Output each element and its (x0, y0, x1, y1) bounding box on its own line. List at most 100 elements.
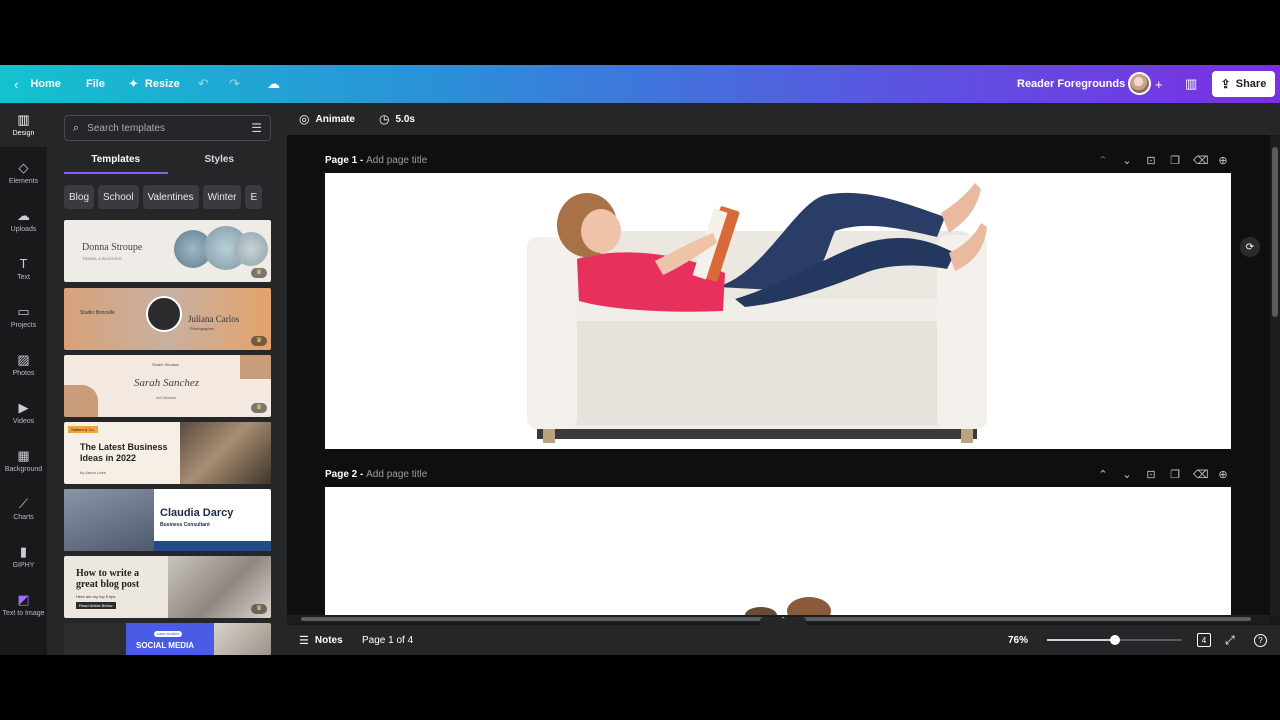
sofa-reader-image[interactable] (325, 173, 1231, 449)
canva-editor: ‹ Home File ✦ Resize ↶ ↷ ☁ Reader Foregr… (0, 65, 1280, 655)
avatar[interactable] (1128, 72, 1151, 95)
bar-chart-icon: ▥ (1185, 76, 1198, 91)
cloud-check-icon: ☁ (267, 76, 280, 91)
page-indicator: Page 1 of 4 (362, 634, 414, 646)
chip-blog[interactable]: Blog (64, 185, 95, 209)
template-thumbnail[interactable]: Studio Shodwe Sarah Sanchez Art Director… (64, 355, 271, 417)
template-thumbnail[interactable]: Donna Stroupe TRAVEL & BLOGGER ♛ (64, 220, 271, 282)
lock-icon[interactable]: ⊡ (1145, 468, 1157, 481)
bottom-bar: ☰ Notes Page 1 of 4 76% 4 ⤢ ? (287, 625, 1280, 655)
chevron-down-icon[interactable]: ⌄ (1121, 468, 1133, 481)
tab-templates[interactable]: Templates (64, 148, 168, 174)
zoom-label[interactable]: 76% (1008, 625, 1028, 655)
resize-button[interactable]: ✦ Resize (128, 65, 180, 103)
folder-icon: ▭ (17, 303, 30, 319)
sparkle-icon: ✦ (128, 76, 139, 91)
expand-pages-button[interactable]: ⌃ (760, 617, 806, 625)
rail-item-elements[interactable]: ◇ Elements (0, 151, 47, 195)
clock-icon: ◷ (379, 112, 390, 126)
page-title[interactable]: Page 1 - Add page title (325, 155, 427, 166)
canvas-area: Page 1 - Add page title ⌃ ⌄ ⊡ ❐ ⌫ ⊕ ⟳ Pa… (287, 135, 1270, 615)
rail-item-giphy[interactable]: ▮ GIPHY (0, 535, 47, 579)
page-title[interactable]: Page 2 - Add page title (325, 469, 427, 480)
save-status-button[interactable]: ☁ (267, 65, 280, 103)
redo-button[interactable]: ↷ (229, 65, 240, 103)
rail-item-background[interactable]: ▦ Background (0, 439, 47, 483)
share-button[interactable]: ⇪ Share (1212, 71, 1275, 97)
rail-item-videos[interactable]: ▶ Videos (0, 391, 47, 435)
template-thumbnail[interactable]: case studies SOCIAL MEDIA (64, 623, 271, 655)
editor-toolbar: ◎ Animate ◷ 5.0s (287, 103, 1280, 135)
add-page-icon[interactable]: ⊕ (1217, 154, 1229, 167)
chevron-down-icon[interactable]: ⌄ (1121, 154, 1133, 167)
insights-button[interactable]: ▥ (1185, 65, 1197, 103)
tab-styles[interactable]: Styles (168, 148, 272, 174)
project-title[interactable]: Reader Foregrounds (1017, 65, 1125, 103)
animate-icon: ◎ (299, 112, 310, 126)
template-thumbnail[interactable]: How to write a great blog post Here are … (64, 556, 271, 618)
category-chips: Blog School Valentines Winter E (64, 185, 271, 209)
layout-icon: ▥ (17, 111, 30, 127)
side-rail: ▥ Design ◇ Elements ☁ Uploads T Text ▭ P… (0, 103, 47, 655)
design-page[interactable] (325, 173, 1231, 449)
undo-button[interactable]: ↶ (198, 65, 209, 103)
premium-crown-icon: ♛ (251, 604, 267, 614)
search-templates-input[interactable]: ⌕ Search templates ☰ (64, 115, 271, 141)
duration-button[interactable]: ◷ 5.0s (379, 103, 415, 135)
lock-icon[interactable]: ⊡ (1145, 154, 1157, 167)
home-button[interactable]: ‹ Home (14, 65, 61, 103)
rail-item-projects[interactable]: ▭ Projects (0, 295, 47, 339)
zoom-slider[interactable] (1047, 635, 1182, 645)
background-icon: ▦ (17, 447, 30, 463)
rail-item-text[interactable]: T Text (0, 247, 47, 291)
premium-crown-icon: ♛ (251, 268, 267, 278)
animate-button[interactable]: ◎ Animate (299, 103, 355, 135)
zoom-slider-handle[interactable] (1109, 635, 1120, 645)
notes-button[interactable]: ☰ Notes (299, 625, 343, 655)
fullscreen-button[interactable]: ⤢ (1225, 625, 1235, 655)
vertical-scrollbar[interactable] (1270, 135, 1280, 615)
design-page[interactable] (325, 487, 1231, 615)
video-icon: ▶ (18, 399, 29, 415)
redo-icon: ↷ (229, 76, 240, 91)
invite-button[interactable]: + (1155, 65, 1163, 103)
expand-icon: ⤢ (1225, 632, 1235, 647)
rail-item-charts[interactable]: ⟋ Charts (0, 487, 47, 531)
undo-icon: ↶ (198, 76, 209, 91)
page-controls: ⌃ ⌄ ⊡ ❐ ⌫ ⊕ (1097, 468, 1229, 481)
filter-icon[interactable]: ☰ (251, 121, 262, 135)
shapes-icon: ◇ (18, 159, 29, 175)
rail-item-photos[interactable]: ▨ Photos (0, 343, 47, 387)
trash-icon[interactable]: ⌫ (1193, 468, 1209, 481)
page-2-image[interactable] (325, 487, 1231, 615)
chip-valentines[interactable]: Valentines (142, 185, 199, 209)
template-thumbnail[interactable]: Salford & Co. The Latest Business Ideas … (64, 422, 271, 484)
chip-more[interactable]: E (245, 185, 263, 209)
page-controls: ⌃ ⌄ ⊡ ❐ ⌫ ⊕ (1097, 154, 1229, 167)
duplicate-icon[interactable]: ❐ (1169, 154, 1181, 167)
help-button[interactable]: ? (1254, 625, 1267, 655)
chevron-up-icon[interactable]: ⌃ (1097, 154, 1109, 167)
notes-icon: ☰ (299, 634, 309, 647)
trash-icon[interactable]: ⌫ (1193, 154, 1209, 167)
refresh-icon[interactable]: ⟳ (1240, 237, 1260, 257)
chip-winter[interactable]: Winter (202, 185, 242, 209)
page-grid-button[interactable]: 4 (1197, 625, 1211, 655)
rail-item-uploads[interactable]: ☁ Uploads (0, 199, 47, 243)
add-page-icon[interactable]: ⊕ (1217, 468, 1229, 481)
chip-school[interactable]: School (98, 185, 139, 209)
template-thumbnail[interactable]: Claudia Darcy Business Consultant (64, 489, 271, 551)
photo-icon: ▨ (17, 351, 30, 367)
file-menu-button[interactable]: File (86, 65, 105, 103)
chevron-up-icon[interactable]: ⌃ (1097, 468, 1109, 481)
help-icon: ? (1254, 633, 1267, 647)
page-count-badge: 4 (1197, 633, 1211, 647)
search-icon: ⌕ (73, 121, 80, 134)
rail-item-design[interactable]: ▥ Design (0, 103, 47, 147)
template-thumbnail[interactable]: Studio Boncelle Juliana Carlos Photograp… (64, 288, 271, 350)
rail-item-text-to-image[interactable]: ◩ Text to Image (0, 583, 47, 627)
top-bar: ‹ Home File ✦ Resize ↶ ↷ ☁ Reader Foregr… (0, 65, 1280, 103)
plus-icon: + (1155, 76, 1163, 92)
panel-tabs: Templates Styles (64, 148, 271, 174)
duplicate-icon[interactable]: ❐ (1169, 468, 1181, 481)
